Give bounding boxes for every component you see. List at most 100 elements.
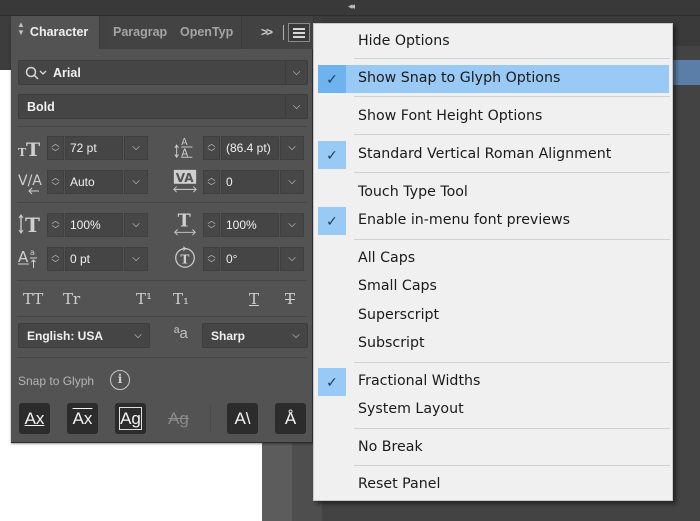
checkmark-icon: ✓ — [318, 368, 346, 396]
menu-item-hide-options[interactable]: Hide Options — [314, 28, 672, 56]
menu-item-label: Superscript — [358, 307, 440, 323]
menu-item-show-snap-to-glyph-options[interactable]: ✓ Show Snap to Glyph Options — [314, 65, 672, 93]
character-rotation-input[interactable]: 0° — [221, 247, 279, 271]
font-size-icon: T T — [18, 139, 40, 161]
menu-item-reset-panel[interactable]: Reset Panel — [314, 471, 672, 499]
menu-item-label: Small Caps — [358, 278, 437, 294]
snap-glyph-bounds-button[interactable]: Ag — [115, 403, 146, 434]
menu-item-all-caps[interactable]: All Caps — [314, 245, 672, 273]
snap-anchor-button[interactable]: Å — [275, 403, 306, 434]
info-icon[interactable]: i — [110, 370, 130, 390]
document-canvas[interactable] — [0, 440, 262, 521]
chevron-down-icon[interactable]: ⌵ — [285, 324, 307, 347]
tracking-icon: VA — [173, 169, 197, 193]
snap-to-glyph-label: Snap to Glyph — [18, 374, 95, 388]
double-chevron-right-icon[interactable]: >> — [261, 25, 273, 39]
svg-text:A: A — [181, 137, 188, 148]
horizontal-scale-input[interactable]: 100% — [221, 213, 279, 237]
menu-item-label: Fractional Widths — [358, 373, 481, 389]
antialiasing-value: Sharp — [211, 329, 246, 343]
menu-item-no-break[interactable]: No Break — [314, 434, 672, 462]
chevron-down-icon[interactable]: ⌵ — [124, 136, 148, 160]
font-style-dropdown[interactable]: Bold ⌵ — [18, 94, 308, 119]
checkmark-icon: ✓ — [318, 65, 346, 93]
menu-item-superscript[interactable]: Superscript — [314, 302, 672, 330]
stepper-icon[interactable]: ︿ ﹀ — [47, 136, 64, 160]
menu-item-label: Show Font Height Options — [358, 108, 543, 124]
menu-separator — [354, 172, 670, 173]
vertical-scale-input[interactable]: 100% — [65, 213, 123, 237]
subscript-button[interactable]: T₁ — [173, 290, 189, 308]
tab-character[interactable]: ▲ ▼ Character — [11, 16, 100, 49]
menu-item-touch-type-tool[interactable]: Touch Type Tool — [314, 179, 672, 207]
tab-paragraph[interactable]: Paragrap — [107, 16, 178, 49]
menu-separator — [354, 58, 670, 59]
chevron-down-icon[interactable]: ⌵ — [124, 247, 148, 271]
search-icon[interactable] — [24, 64, 50, 82]
baseline-shift-icon: A a — [18, 248, 37, 268]
chevron-down-icon[interactable]: ⌵ — [285, 95, 307, 118]
menu-item-label: Touch Type Tool — [358, 184, 468, 200]
kerning-input[interactable]: Auto — [65, 170, 123, 194]
stepper-icon[interactable]: ︿ ﹀ — [203, 136, 220, 160]
chevron-down-icon[interactable]: ⌵ — [280, 136, 304, 160]
right-dock-selected-item[interactable] — [670, 60, 700, 85]
divider — [17, 280, 307, 281]
app-window: ◂◂ ▲ ▼ Character Paragrap OpenTyp >> Ari… — [0, 0, 700, 521]
stepper-icon[interactable]: ︿ ﹀ — [47, 213, 64, 237]
svg-text:T: T — [180, 253, 189, 267]
document-canvas-edge — [0, 70, 11, 440]
snap-baseline-button[interactable]: Ax — [19, 403, 50, 434]
leading-icon: A A — [174, 137, 193, 159]
antialiasing-dropdown[interactable]: Sharp ⌵ — [202, 323, 308, 348]
stepper-icon[interactable]: ︿ ﹀ — [47, 247, 64, 271]
menu-item-label: Show Snap to Glyph Options — [358, 70, 561, 86]
menu-item-fractional-widths[interactable]: ✓ Fractional Widths — [314, 368, 672, 396]
small-caps-button[interactable]: Tr — [63, 290, 80, 308]
baseline-shift-input[interactable]: 0 pt — [65, 247, 123, 271]
chevron-down-icon[interactable]: ⌵ — [280, 247, 304, 271]
checkmark-icon: ✓ — [318, 141, 346, 169]
antialiasing-icon: ªa — [174, 325, 188, 342]
snap-x-height-button[interactable]: Ax — [67, 403, 98, 434]
panel-tabs: ▲ ▼ Character Paragrap OpenTyp >> — [11, 16, 313, 49]
menu-item-enable-in-menu-font-previews[interactable]: ✓ Enable in-menu font previews — [314, 207, 672, 235]
font-family-dropdown[interactable]: Arial ⌵ — [18, 60, 308, 85]
snap-angular-button[interactable]: A\ — [227, 403, 258, 434]
character-panel: ▲ ▼ Character Paragrap OpenTyp >> Arial ⌵ — [11, 16, 313, 443]
chevron-down-icon[interactable]: ⌵ — [124, 170, 148, 194]
menu-item-standard-vertical-roman-alignment[interactable]: ✓ Standard Vertical Roman Alignment — [314, 141, 672, 169]
chevron-down-icon[interactable]: ⌵ — [280, 170, 304, 194]
leading-input[interactable]: (86.4 pt) — [221, 136, 279, 160]
tracking-input[interactable]: 0 — [221, 170, 279, 194]
chevron-down-icon[interactable]: ⌵ — [280, 213, 304, 237]
underline-button[interactable]: T — [249, 290, 259, 308]
menu-item-label: Subscript — [358, 335, 425, 351]
chevron-down-icon[interactable]: ⌵ — [285, 61, 307, 84]
menu-item-small-caps[interactable]: Small Caps — [314, 273, 672, 301]
tab-opentype[interactable]: OpenTyp — [174, 16, 242, 49]
chevron-down-icon[interactable]: ⌵ — [124, 213, 148, 237]
strikethrough-button[interactable]: T — [285, 290, 295, 308]
menu-item-label: System Layout — [358, 401, 464, 417]
font-size-input[interactable]: 72 pt — [65, 136, 123, 160]
divider — [17, 126, 307, 127]
chevron-down-icon[interactable]: ⌵ — [127, 324, 149, 347]
menu-item-subscript[interactable]: Subscript — [314, 330, 672, 358]
font-style-value: Bold — [27, 100, 55, 114]
menu-item-label: Reset Panel — [358, 476, 441, 492]
menu-item-show-font-height-options[interactable]: Show Font Height Options — [314, 103, 672, 131]
stepper-icon[interactable]: ︿ ﹀ — [203, 170, 220, 194]
language-dropdown[interactable]: English: USA ⌵ — [18, 323, 150, 348]
toolbar-strip — [262, 440, 292, 521]
stepper-icon[interactable]: ︿ ﹀ — [203, 247, 220, 271]
divider — [17, 357, 307, 358]
collapse-panels-icon[interactable]: ◂◂ — [348, 1, 355, 12]
stepper-icon[interactable]: ︿ ﹀ — [47, 170, 64, 194]
horizontal-scale-icon: T — [174, 211, 196, 236]
all-caps-button[interactable]: TT — [23, 290, 43, 308]
superscript-button[interactable]: T¹ — [136, 290, 152, 308]
stepper-icon[interactable]: ︿ ﹀ — [203, 213, 220, 237]
panel-menu-button[interactable] — [288, 23, 310, 42]
menu-item-system-layout[interactable]: System Layout — [314, 396, 672, 424]
